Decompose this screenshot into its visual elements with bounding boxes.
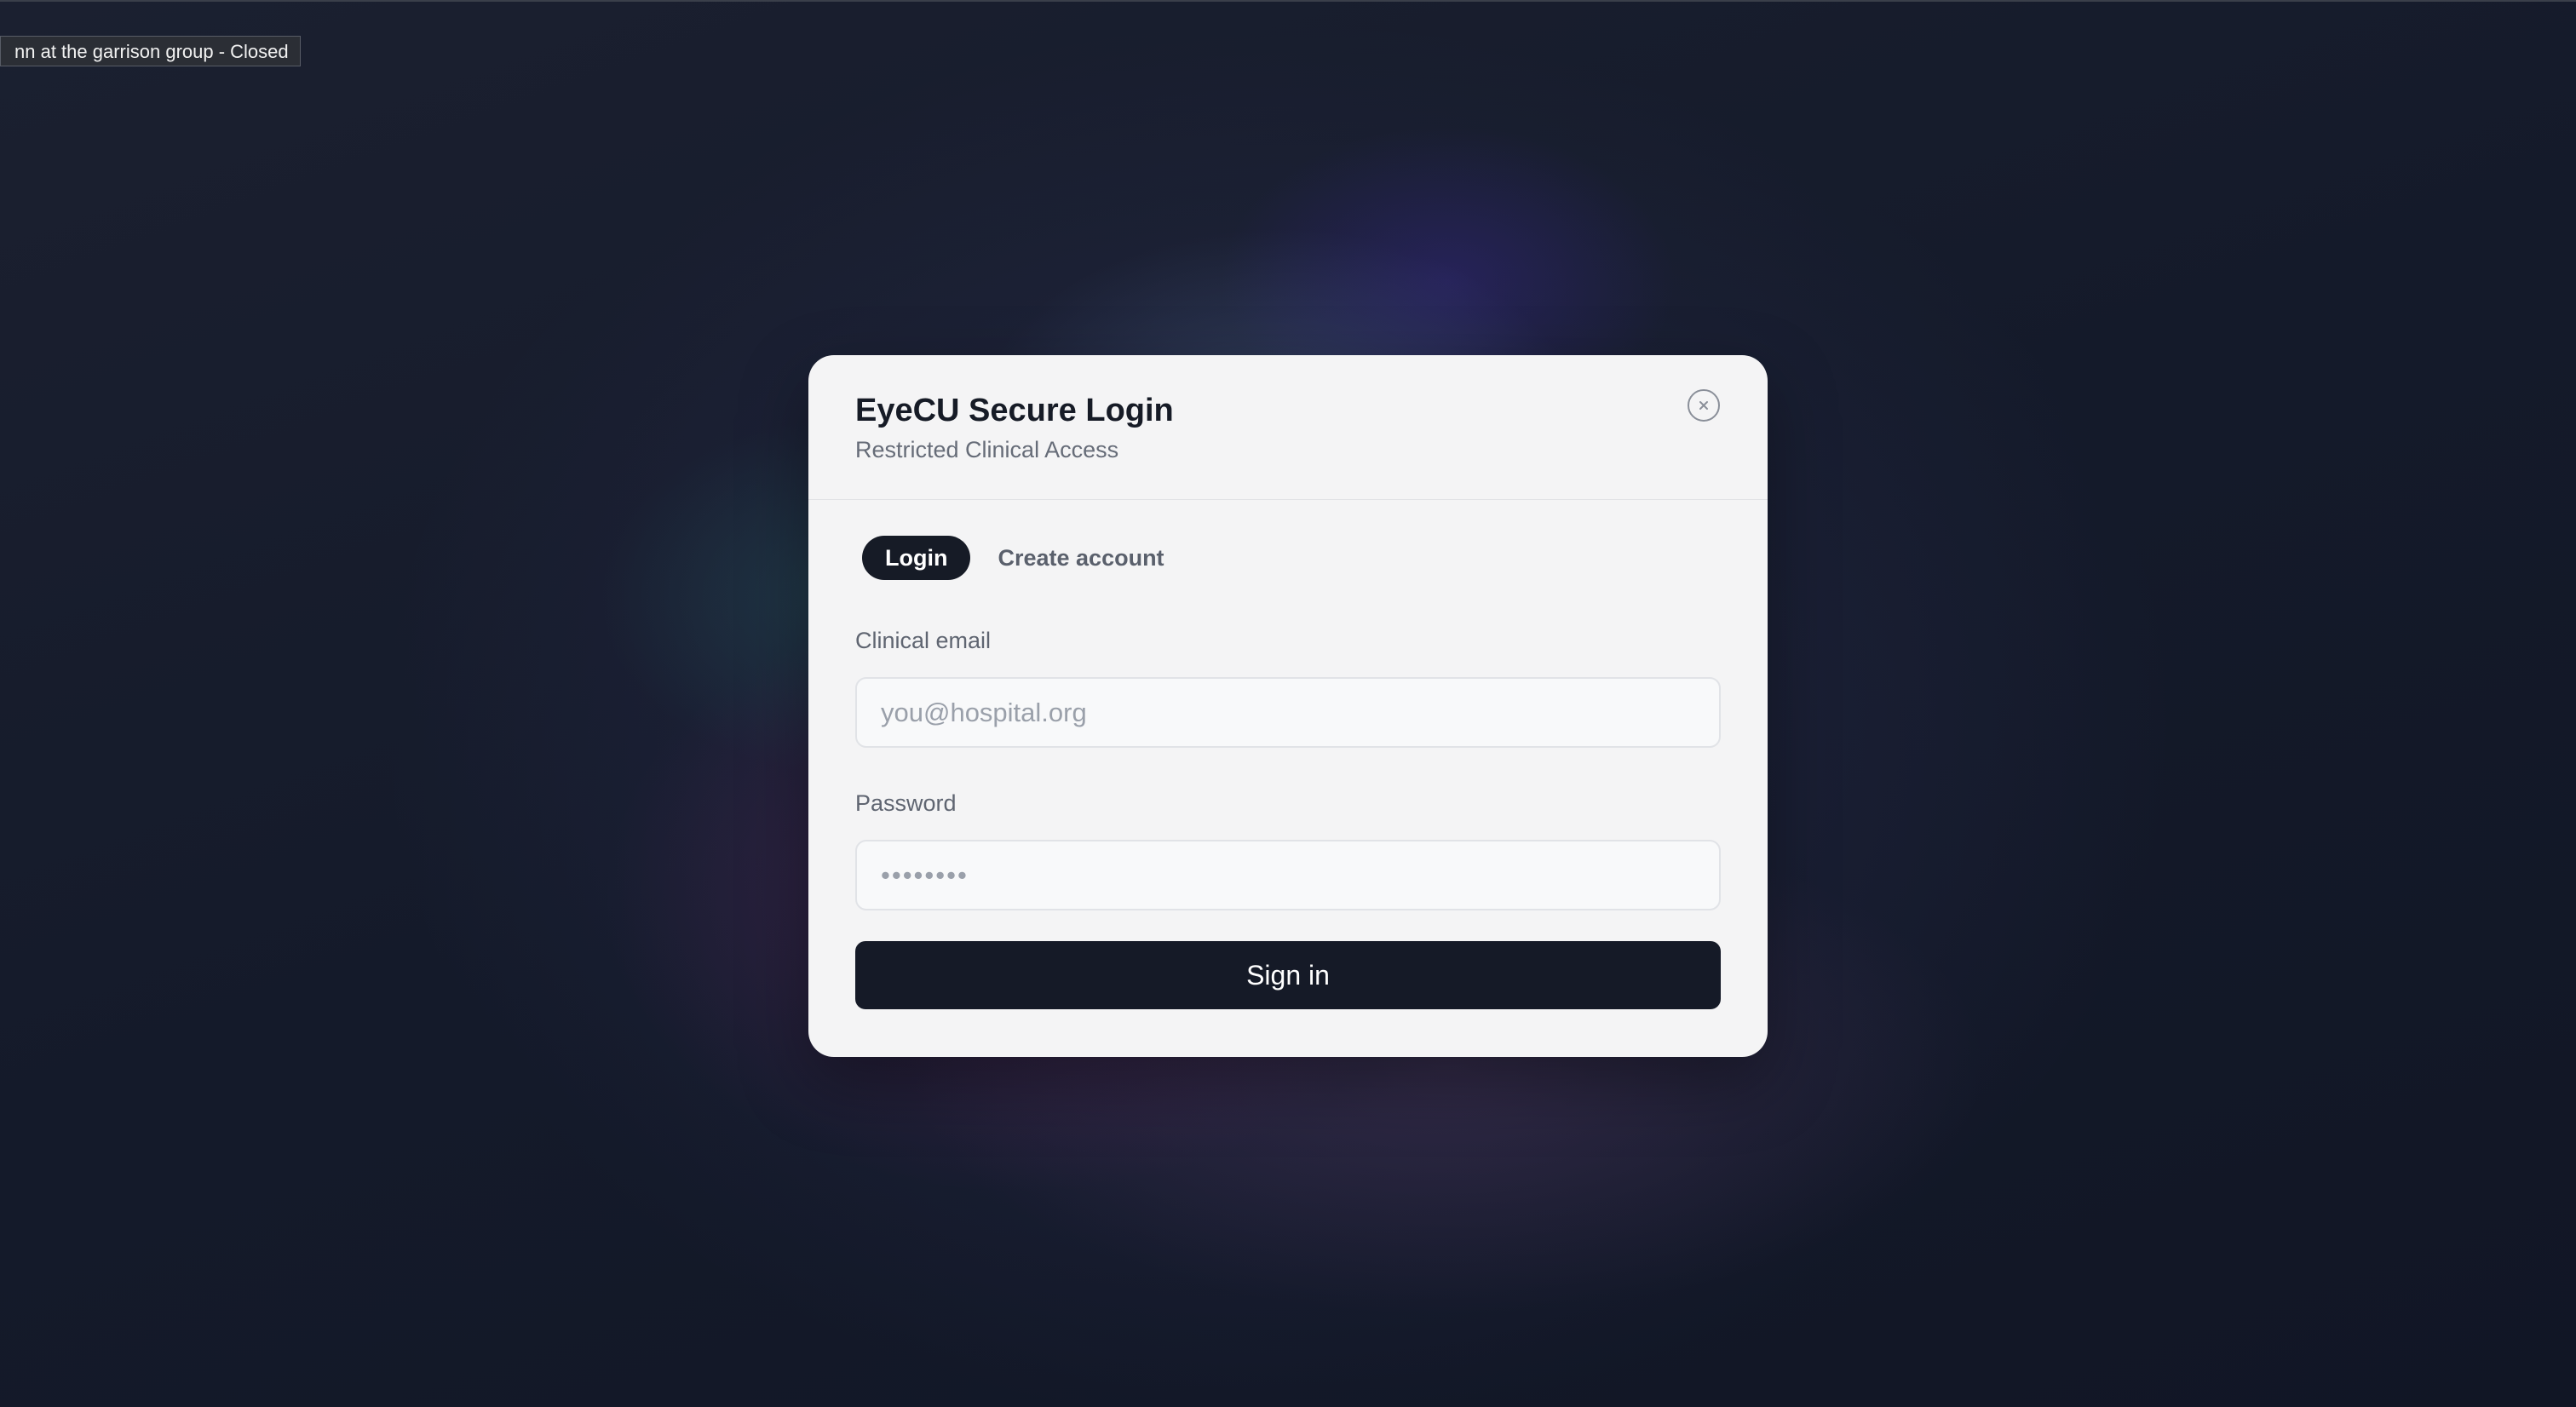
modal-subtitle: Restricted Clinical Access: [855, 437, 1119, 462]
modal-header: EyeCU Secure Login Restricted Clinical A…: [808, 355, 1768, 500]
auth-tabs: Login Create account: [862, 536, 1721, 580]
password-label: Password: [855, 790, 957, 816]
modal-title: EyeCU Secure Login: [855, 393, 1174, 428]
password-field[interactable]: [855, 840, 1721, 910]
close-button[interactable]: [1688, 389, 1720, 422]
close-icon: [1699, 401, 1708, 410]
login-modal: EyeCU Secure Login Restricted Clinical A…: [808, 355, 1768, 1057]
sign-in-button[interactable]: Sign in: [855, 941, 1721, 1009]
window-top-border: [0, 0, 2576, 2]
modal-body: Login Create account Clinical email Pass…: [808, 500, 1768, 1009]
tab-create-account[interactable]: Create account: [984, 536, 1177, 580]
email-field[interactable]: [855, 677, 1721, 748]
window-tooltip: nn at the garrison group - Closed: [0, 36, 301, 66]
email-label: Clinical email: [855, 628, 992, 653]
tab-login[interactable]: Login: [862, 536, 971, 580]
